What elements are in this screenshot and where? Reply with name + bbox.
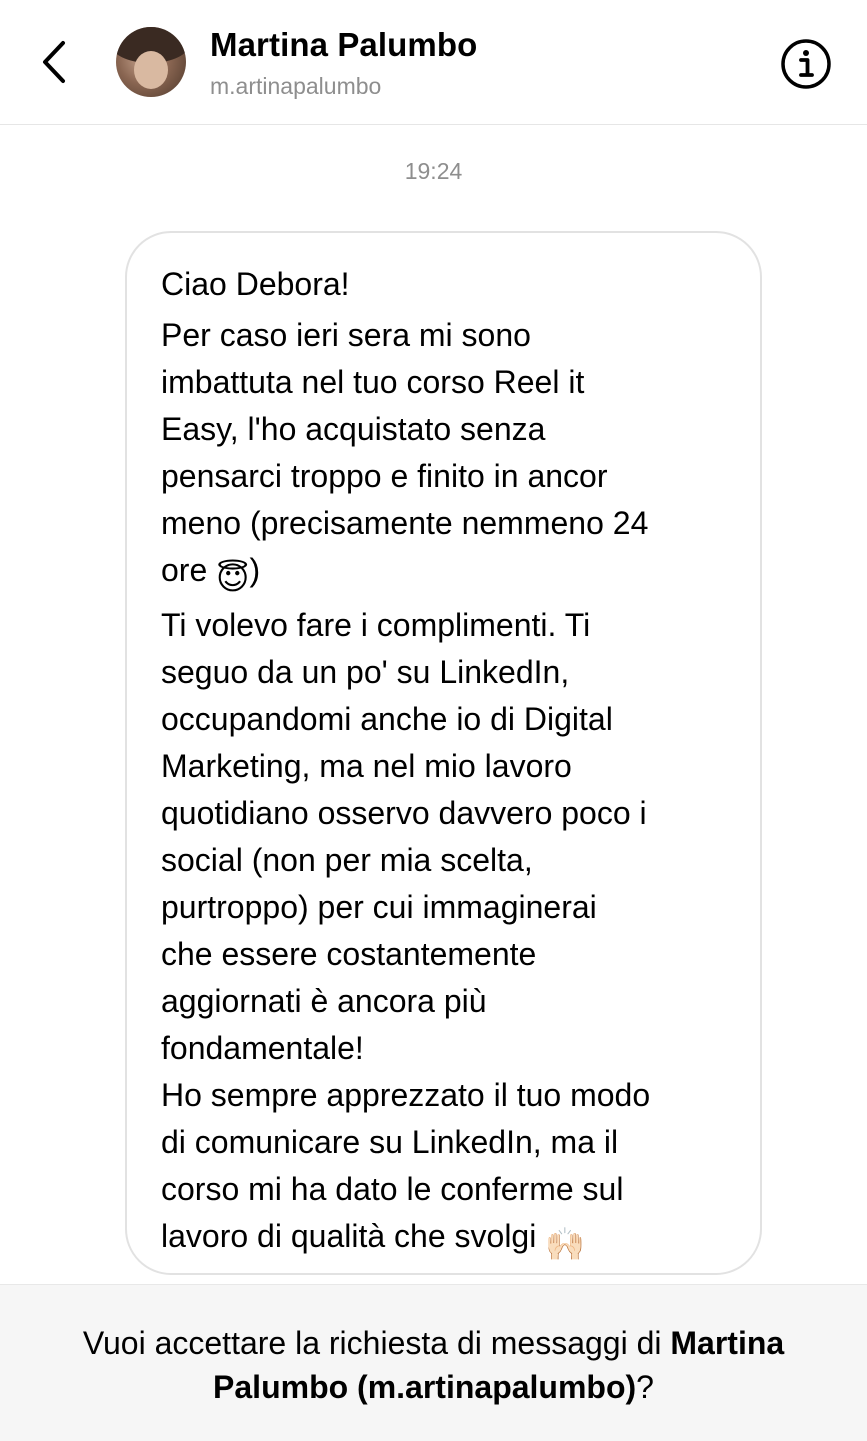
back-button[interactable]	[30, 34, 78, 90]
raised-hands-emoji: 🙌🏻	[545, 1226, 586, 1262]
message-greeting: Ciao Debora!	[161, 266, 350, 302]
contact-name[interactable]: Martina Palumbo	[210, 26, 477, 64]
contact-username[interactable]: m.artinapalumbo	[210, 73, 381, 100]
message-timestamp: 19:24	[404, 158, 463, 184]
chevron-left-icon	[43, 41, 65, 83]
message-bubble[interactable]: Ciao Debora! Per caso ieri sera mi sono …	[125, 231, 762, 1275]
conversation-header: Martina Palumbo m.artinapalumbo	[0, 0, 867, 125]
info-button[interactable]	[778, 36, 834, 92]
message-paragraph-2: Ti volevo fare i complimenti. Ti seguo d…	[161, 607, 647, 1066]
message-request-text: Vuoi accettare la richiesta di messaggi …	[82, 1325, 785, 1405]
smiling-halo-emoji: 😇	[216, 560, 250, 596]
avatar[interactable]	[116, 27, 186, 97]
message-paragraph-1: Per caso ieri sera mi sono imbattuta nel…	[161, 312, 740, 602]
message-paragraph-3: Ho sempre apprezzato il tuo modo di comu…	[161, 1072, 740, 1268]
info-circle-icon	[781, 39, 831, 89]
message-request-banner: Vuoi accettare la richiesta di messaggi …	[0, 1284, 867, 1441]
